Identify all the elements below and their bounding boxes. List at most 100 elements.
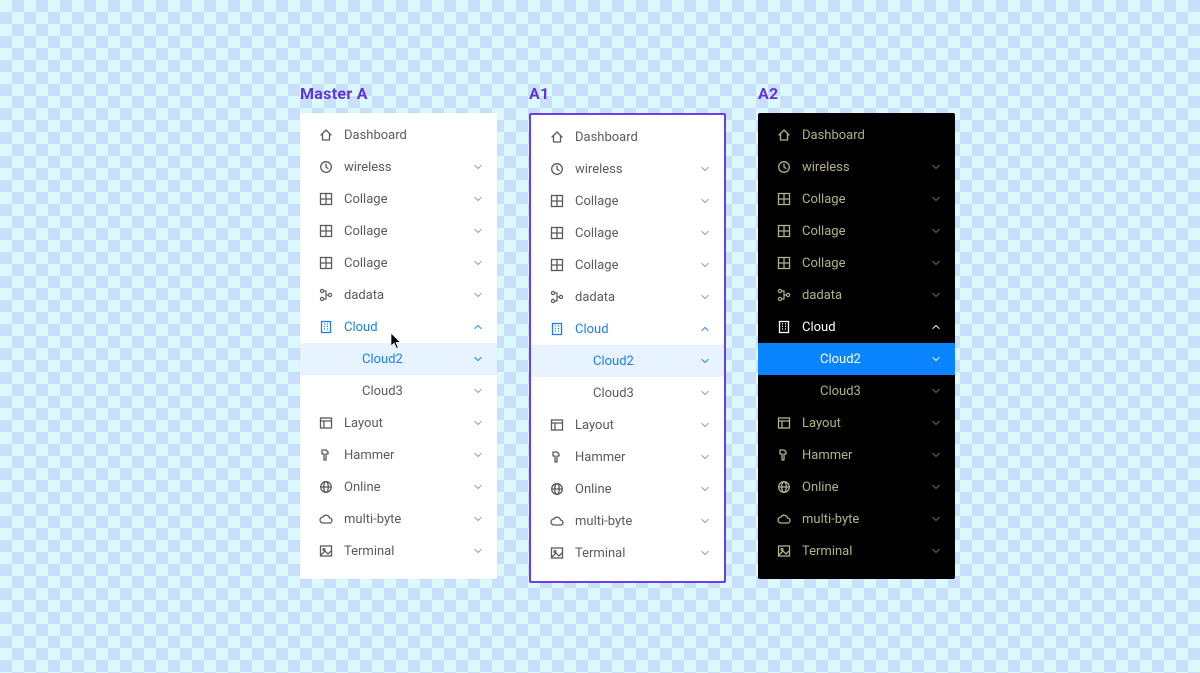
- nav-item-label: Collage: [802, 192, 931, 207]
- nav-item-label: Terminal: [575, 546, 700, 561]
- chevron-down-icon: [473, 482, 483, 492]
- globe-icon: [776, 479, 792, 495]
- nav-item-cloud2[interactable]: Cloud2: [758, 343, 955, 375]
- nav-item-online[interactable]: Online: [300, 471, 497, 503]
- nav-item-terminal[interactable]: Terminal: [531, 537, 724, 569]
- grid-icon: [318, 223, 334, 239]
- grid-icon: [318, 255, 334, 271]
- chevron-down-icon: [473, 162, 483, 172]
- nav-item-collage[interactable]: Collage: [758, 247, 955, 279]
- chevron-down-icon: [473, 418, 483, 428]
- chevron-down-icon: [931, 450, 941, 460]
- nav-item-dadata[interactable]: dadata: [300, 279, 497, 311]
- nav-item-dashboard[interactable]: Dashboard: [300, 119, 497, 151]
- nav-item-label: Hammer: [344, 448, 473, 463]
- chevron-down-icon: [931, 226, 941, 236]
- nav-item-label: Cloud2: [593, 354, 700, 369]
- nav-item-collage[interactable]: Collage: [300, 215, 497, 247]
- nav-item-label: Hammer: [802, 448, 931, 463]
- nav-item-hammer[interactable]: Hammer: [531, 441, 724, 473]
- cloud-icon: [549, 513, 565, 529]
- clock-icon: [318, 159, 334, 175]
- nav-item-label: Collage: [575, 194, 700, 209]
- chevron-down-icon: [473, 514, 483, 524]
- nav-item-label: Online: [344, 480, 473, 495]
- layout-icon: [776, 415, 792, 431]
- tree-icon: [776, 287, 792, 303]
- nav-item-collage[interactable]: Collage: [758, 183, 955, 215]
- nav-item-cloud2[interactable]: Cloud2: [531, 345, 724, 377]
- nav-item-cloud3[interactable]: Cloud3: [531, 377, 724, 409]
- tree-icon: [549, 289, 565, 305]
- variant-label-a2: A2: [758, 84, 955, 103]
- variant-label-a1: A1: [529, 84, 726, 103]
- nav-item-wireless[interactable]: wireless: [531, 153, 724, 185]
- nav-item-dadata[interactable]: dadata: [758, 279, 955, 311]
- nav-item-label: Collage: [575, 258, 700, 273]
- nav-item-collage[interactable]: Collage: [758, 215, 955, 247]
- nav-item-wireless[interactable]: wireless: [758, 151, 955, 183]
- chevron-down-icon: [700, 516, 710, 526]
- nav-item-label: Collage: [344, 256, 473, 271]
- chevron-down-icon: [700, 196, 710, 206]
- grid-icon: [549, 225, 565, 241]
- globe-icon: [549, 481, 565, 497]
- spacer-icon: [794, 351, 810, 367]
- chevron-down-icon: [700, 356, 710, 366]
- nav-item-label: Layout: [344, 416, 473, 431]
- clock-icon: [549, 161, 565, 177]
- chevron-down-icon: [931, 258, 941, 268]
- nav-item-cloud[interactable]: Cloud: [758, 311, 955, 343]
- nav-item-label: Terminal: [344, 544, 473, 559]
- nav-item-label: Cloud2: [820, 352, 931, 367]
- nav-item-multibyte[interactable]: multi-byte: [300, 503, 497, 535]
- nav-item-label: Cloud3: [593, 386, 700, 401]
- nav-item-collage[interactable]: Collage: [531, 217, 724, 249]
- variant-column-a2: A2 Dashboardwireless Collage Collage Collag…: [758, 84, 955, 583]
- nav-item-cloud2[interactable]: Cloud2: [300, 343, 497, 375]
- nav-item-multibyte[interactable]: multi-byte: [531, 505, 724, 537]
- nav-item-collage[interactable]: Collage: [531, 249, 724, 281]
- nav-panel-a1: Dashboard wireless Collage Collage Collage da…: [529, 113, 726, 583]
- nav-item-cloud[interactable]: Cloud: [531, 313, 724, 345]
- home-icon: [549, 129, 565, 145]
- nav-item-cloud3[interactable]: Cloud3: [300, 375, 497, 407]
- nav-item-dashboard[interactable]: Dashboard: [531, 121, 724, 153]
- chevron-down-icon: [473, 194, 483, 204]
- nav-item-label: wireless: [575, 162, 700, 177]
- nav-item-hammer[interactable]: Hammer: [758, 439, 955, 471]
- nav-item-collage[interactable]: Collage: [300, 247, 497, 279]
- nav-item-label: Cloud3: [362, 384, 473, 399]
- nav-item-terminal[interactable]: Terminal: [758, 535, 955, 567]
- chevron-down-icon: [700, 228, 710, 238]
- nav-item-online[interactable]: Online: [758, 471, 955, 503]
- nav-item-dadata[interactable]: dadata: [531, 281, 724, 313]
- nav-item-collage[interactable]: Collage: [300, 183, 497, 215]
- nav-item-layout[interactable]: Layout: [531, 409, 724, 441]
- nav-item-hammer[interactable]: Hammer: [300, 439, 497, 471]
- nav-item-label: dadata: [344, 288, 473, 303]
- nav-item-terminal[interactable]: Terminal: [300, 535, 497, 567]
- nav-item-label: Collage: [344, 224, 473, 239]
- image-icon: [776, 543, 792, 559]
- component-variants-stage: Master A DashboardwirelessCollageCollage…: [300, 84, 955, 583]
- nav-item-label: Collage: [802, 224, 931, 239]
- nav-item-dashboard[interactable]: Dashboard: [758, 119, 955, 151]
- nav-item-label: Cloud: [344, 320, 473, 335]
- nav-item-wireless[interactable]: wireless: [300, 151, 497, 183]
- chevron-down-icon: [931, 514, 941, 524]
- nav-item-cloud[interactable]: Cloud: [300, 311, 497, 343]
- nav-item-label: dadata: [575, 290, 700, 305]
- nav-item-label: Cloud2: [362, 352, 473, 367]
- chevron-down-icon: [700, 260, 710, 270]
- nav-item-multibyte[interactable]: multi-byte: [758, 503, 955, 535]
- nav-item-layout[interactable]: Layout: [758, 407, 955, 439]
- image-icon: [318, 543, 334, 559]
- nav-item-collage[interactable]: Collage: [531, 185, 724, 217]
- chevron-up-icon: [700, 324, 710, 334]
- layout-icon: [549, 417, 565, 433]
- nav-item-layout[interactable]: Layout: [300, 407, 497, 439]
- chevron-down-icon: [931, 386, 941, 396]
- nav-item-online[interactable]: Online: [531, 473, 724, 505]
- nav-item-cloud3[interactable]: Cloud3: [758, 375, 955, 407]
